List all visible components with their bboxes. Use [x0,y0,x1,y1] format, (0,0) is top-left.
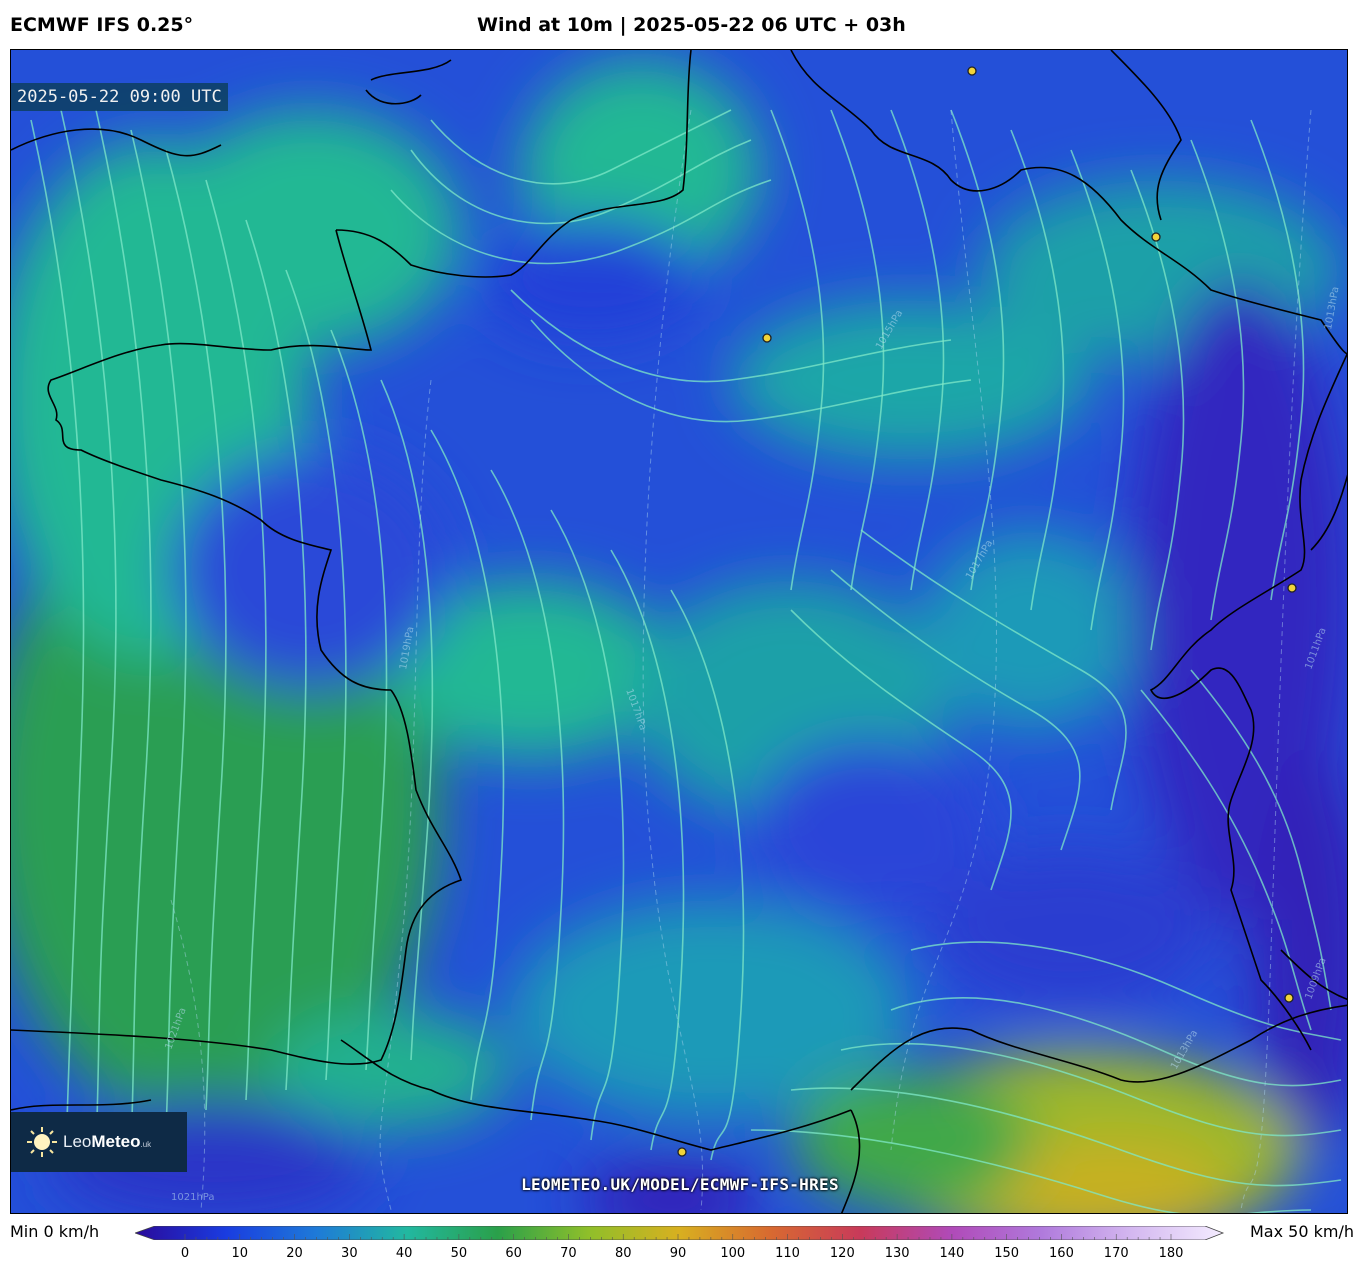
city-marker[interactable] [677,1147,687,1157]
colorbar-tick-label: 120 [829,1246,855,1261]
model-name: ECMWF IFS 0.25° [10,14,194,36]
colorbar-tick-label: 40 [395,1246,413,1261]
colorbar-tick-label: 130 [884,1246,910,1261]
valid-time-label: 2025-05-22 09:00 UTC [11,83,228,111]
wind-map-canvas: 1021hPa 1021hPa 1017hPa 1019hPa 1017hPa … [11,50,1347,1213]
logo-text: LeoMeteo.uk [63,1132,152,1151]
colorbar-tick-label: 0 [180,1246,190,1261]
colorbar-tick-label: 20 [286,1246,303,1261]
colorbar-tick-label: 110 [775,1246,800,1261]
colorbar-tick-label: 170 [1103,1246,1129,1261]
colorbar-tick-label: 70 [560,1246,577,1261]
wind-map[interactable]: 1021hPa 1021hPa 1017hPa 1019hPa 1017hPa … [10,49,1348,1214]
city-marker[interactable] [1287,583,1297,593]
leometeo-logo[interactable]: LeoMeteo.uk [11,1112,187,1172]
colorbar-tick-label: 140 [939,1246,965,1261]
wind-speed-colorbar [135,1226,1225,1240]
colorbar-bar [135,1226,1225,1240]
legend-min-label: Min 0 km/h [10,1222,100,1241]
colorbar-tick-label: 160 [1049,1246,1074,1261]
city-marker[interactable] [967,66,977,76]
colorbar-tick-label: 100 [720,1246,746,1261]
legend-max-label: Max 50 km/h [1250,1222,1354,1241]
colorbar-tick-labels: 0 10 20 30 40 50 60 70 80 90 100 110 120 130 140 150 160… [0,1246,1364,1264]
city-marker[interactable] [762,333,772,343]
city-marker[interactable] [1151,232,1161,242]
city-marker[interactable] [1284,993,1294,1003]
colorbar-tick-label: 60 [505,1246,522,1261]
sun-icon [25,1125,59,1159]
colorbar-tick-label: 10 [231,1246,249,1261]
colorbar-tick-label: 90 [669,1246,687,1261]
source-watermark: LEOMETEO.UK/MODEL/ECMWF-IFS-HRES [521,1175,839,1194]
colorbar-tick-label: 80 [614,1246,632,1261]
colorbar-tick-label: 180 [1158,1246,1184,1261]
colorbar-tick-label: 50 [450,1246,468,1261]
colorbar-tick-label: 30 [341,1246,358,1261]
colorbar-tick-label: 150 [994,1246,1020,1261]
map-title: Wind at 10m | 2025-05-22 06 UTC + 03h [477,14,906,36]
